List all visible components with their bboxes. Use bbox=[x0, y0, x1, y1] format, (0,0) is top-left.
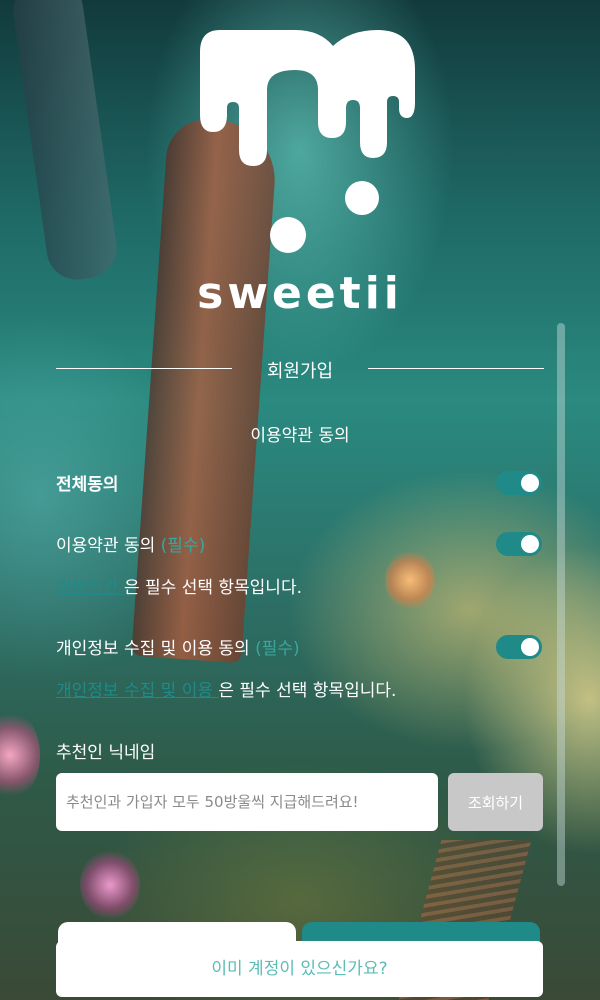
referral-label: 추천인 닉네임 bbox=[56, 743, 156, 763]
drip-m-logo-icon bbox=[200, 30, 415, 253]
privacy-consent-label: 개인정보 수집 및 이용 동의 (필수) bbox=[56, 634, 300, 659]
toggle-knob bbox=[521, 638, 539, 656]
login-link-button[interactable]: 이미 계정이 있으신가요? bbox=[56, 941, 543, 997]
terms-heading: 이용약관 동의 bbox=[250, 426, 350, 446]
privacy-consent-text: 개인정보 수집 및 이용 동의 bbox=[56, 639, 250, 659]
privacy-consent-toggle[interactable] bbox=[496, 635, 542, 659]
required-tag: (필수) bbox=[160, 536, 206, 556]
terms-consent-toggle[interactable] bbox=[496, 532, 542, 556]
referral-check-button[interactable]: 조회하기 bbox=[448, 773, 543, 831]
scrollbar[interactable] bbox=[557, 323, 565, 886]
agree-all-label: 전체동의 bbox=[56, 475, 119, 495]
privacy-note-text: 은 필수 선택 항목입니다. bbox=[218, 681, 397, 701]
referral-input[interactable] bbox=[56, 773, 438, 831]
terms-consent-text: 이용약관 동의 bbox=[56, 536, 156, 556]
terms-note: 이용약관 은 필수 선택 항목입니다. bbox=[56, 573, 302, 598]
required-tag: (필수) bbox=[255, 639, 300, 659]
brand-name: sweetii bbox=[197, 268, 403, 319]
toggle-knob bbox=[521, 535, 539, 553]
signup-title: 회원가입 bbox=[266, 361, 334, 382]
privacy-note: 개인정보 수집 및 이용 은 필수 선택 항목입니다. bbox=[56, 676, 396, 701]
agree-all-toggle[interactable] bbox=[496, 471, 542, 495]
privacy-link[interactable]: 개인정보 수집 및 이용 bbox=[56, 681, 218, 701]
terms-link[interactable]: 이용약관 bbox=[56, 578, 124, 598]
toggle-knob bbox=[521, 474, 539, 492]
terms-consent-label: 이용약관 동의 (필수) bbox=[56, 531, 205, 556]
terms-note-text: 은 필수 선택 항목입니다. bbox=[123, 578, 302, 598]
